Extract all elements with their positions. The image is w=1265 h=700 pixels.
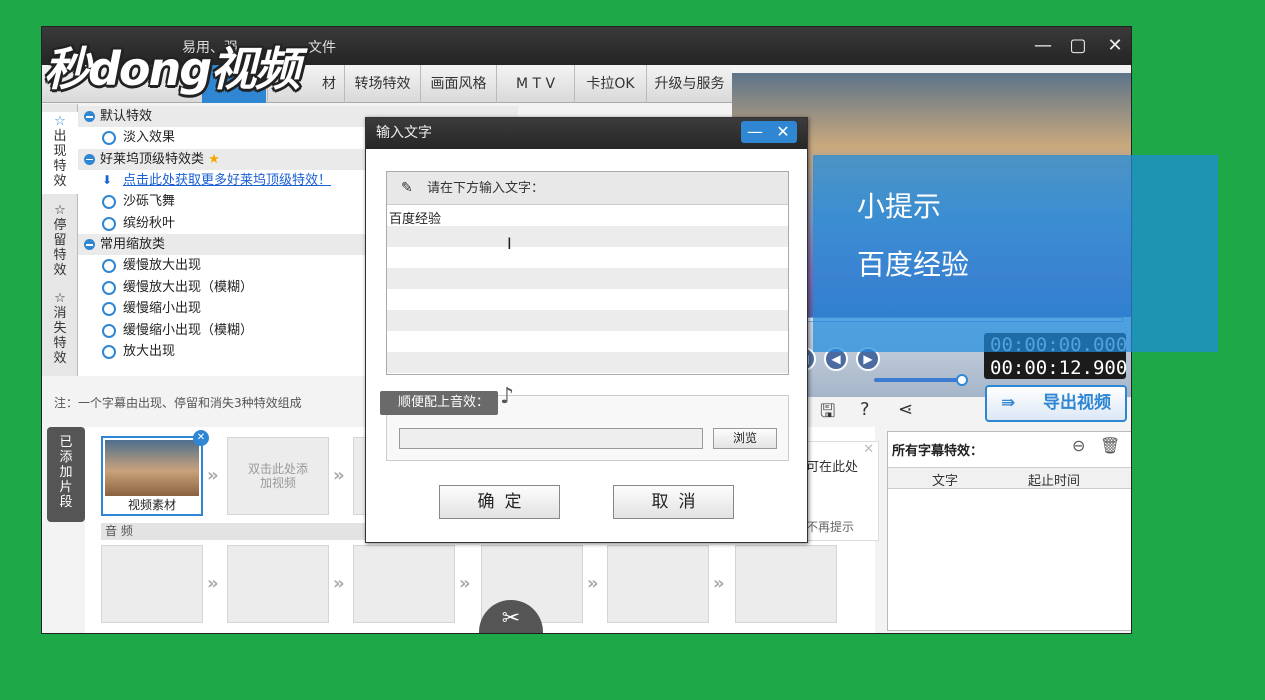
total-time: 00:00:12.900 <box>990 357 1128 379</box>
star-icon: ☆ <box>54 114 66 129</box>
sound-label: 顺便配上音效： ♪ <box>380 385 514 415</box>
text-input-header: ✎ 请在下方输入文字： <box>387 172 788 205</box>
text-cursor-icon: I <box>507 234 512 253</box>
tab-upgrade[interactable]: 升级与服务 <box>646 65 732 103</box>
tab-appear-effect[interactable]: ☆ 出现特效 <box>42 112 78 194</box>
dialog-close-button[interactable]: ✕ <box>769 121 797 143</box>
edit-icon: ✎ <box>401 180 413 196</box>
chevron-right-icon: » <box>333 465 345 486</box>
tip-banner: 小提示 百度经验 <box>813 155 1218 352</box>
export-video-button[interactable]: ⇛ 导出视频 <box>985 385 1127 422</box>
panel-header: 所有字幕特效： <box>892 444 984 459</box>
effects-note: 注：一个字幕由出现、停留和消失3种特效组成 <box>54 396 302 410</box>
audio-slot[interactable] <box>353 545 455 623</box>
audio-slot[interactable] <box>101 545 203 623</box>
sound-effect-section: 顺便配上音效： ♪ 浏览 <box>380 385 789 461</box>
dialog-window-buttons: — ✕ <box>741 121 797 143</box>
stripe <box>387 226 788 247</box>
ok-button[interactable]: 确定 <box>439 485 560 519</box>
export-icon: ⇛ <box>1001 393 1016 413</box>
maximize-button[interactable]: ▢ <box>1067 35 1089 57</box>
effect-type-tabs: ☆ 出现特效 ☆ 停留特效 ☆ 消失特效 <box>42 104 78 376</box>
text-value[interactable]: 百度经验 <box>389 208 441 227</box>
back-icon[interactable]: ⊖ <box>1072 436 1085 455</box>
music-note-icon: ♪ <box>499 384 514 409</box>
chevron-right-icon: » <box>459 573 471 594</box>
chevron-right-icon: » <box>713 573 725 594</box>
preview-toolbar: 🖫 ? ⋖ <box>812 399 982 429</box>
tab-mtv[interactable]: M T V <box>496 65 574 103</box>
remove-clip-icon[interactable]: ✕ <box>193 430 209 446</box>
audio-slot[interactable] <box>227 545 329 623</box>
chevron-right-icon: » <box>207 573 219 594</box>
cancel-button[interactable]: 取消 <box>613 485 734 519</box>
audio-slot[interactable] <box>607 545 709 623</box>
banner-title: 小提示 <box>857 190 942 223</box>
volume-knob[interactable] <box>956 374 968 386</box>
tab-karaoke[interactable]: 卡拉OK <box>574 65 646 103</box>
video-clip[interactable]: 视频素材 ✕ <box>101 430 209 516</box>
sound-file-field[interactable] <box>399 428 703 449</box>
audio-slot[interactable] <box>735 545 837 623</box>
chevron-right-icon: » <box>587 573 599 594</box>
stripe <box>387 352 788 373</box>
star-icon: ★ <box>208 151 220 167</box>
tab-stay-effect[interactable]: ☆ 停留特效 <box>42 201 78 287</box>
tip-popup: 可在此处 不再提示 ✕ <box>797 441 879 541</box>
subtitle-effects-panel: 所有字幕特效： ⊖ 🗑 文字 起止时间 <box>887 431 1131 631</box>
dialog-minimize-button[interactable]: — <box>741 121 769 143</box>
star-icon: ☆ <box>54 203 66 218</box>
panel-columns: 文字 起止时间 <box>888 467 1131 489</box>
stripe <box>387 310 788 331</box>
tab-transition[interactable]: 转场特效 <box>344 65 420 103</box>
browse-button[interactable]: 浏览 <box>713 428 777 449</box>
watermark-logo: 秒dong视频 <box>44 42 300 96</box>
tab-style[interactable]: 画面风格 <box>420 65 496 103</box>
minimize-button[interactable]: — <box>1032 35 1054 57</box>
close-button[interactable]: ✕ <box>1104 35 1126 57</box>
save-icon[interactable]: 🖫 <box>820 399 835 429</box>
banner-subtitle: 百度经验 <box>857 248 970 281</box>
add-video-slot[interactable]: 双击此处添加视频 <box>227 437 329 515</box>
added-clips-tab[interactable]: 已添加片段 <box>47 427 85 522</box>
help-icon[interactable]: ? <box>860 399 870 420</box>
input-text-dialog: 输入文字 — ✕ ✎ 请在下方输入文字： 百度经验 I 顺便配上音效： ♪ 浏览 … <box>365 117 808 543</box>
clip-label: 视频素材 <box>127 498 176 512</box>
clip-thumbnail <box>105 440 199 496</box>
close-icon[interactable]: ✕ <box>863 442 874 457</box>
share-icon[interactable]: ⋖ <box>898 399 913 420</box>
tab-disappear-effect[interactable]: ☆ 消失特效 <box>42 289 78 375</box>
volume-slider[interactable] <box>874 374 968 386</box>
text-input-area[interactable]: ✎ 请在下方输入文字： 百度经验 I <box>386 171 789 375</box>
trash-icon[interactable]: 🗑 <box>1100 436 1120 455</box>
stripe <box>387 268 788 289</box>
chevron-right-icon: » <box>333 573 345 594</box>
chevron-right-icon: » <box>207 465 219 486</box>
star-icon: ☆ <box>54 291 66 306</box>
